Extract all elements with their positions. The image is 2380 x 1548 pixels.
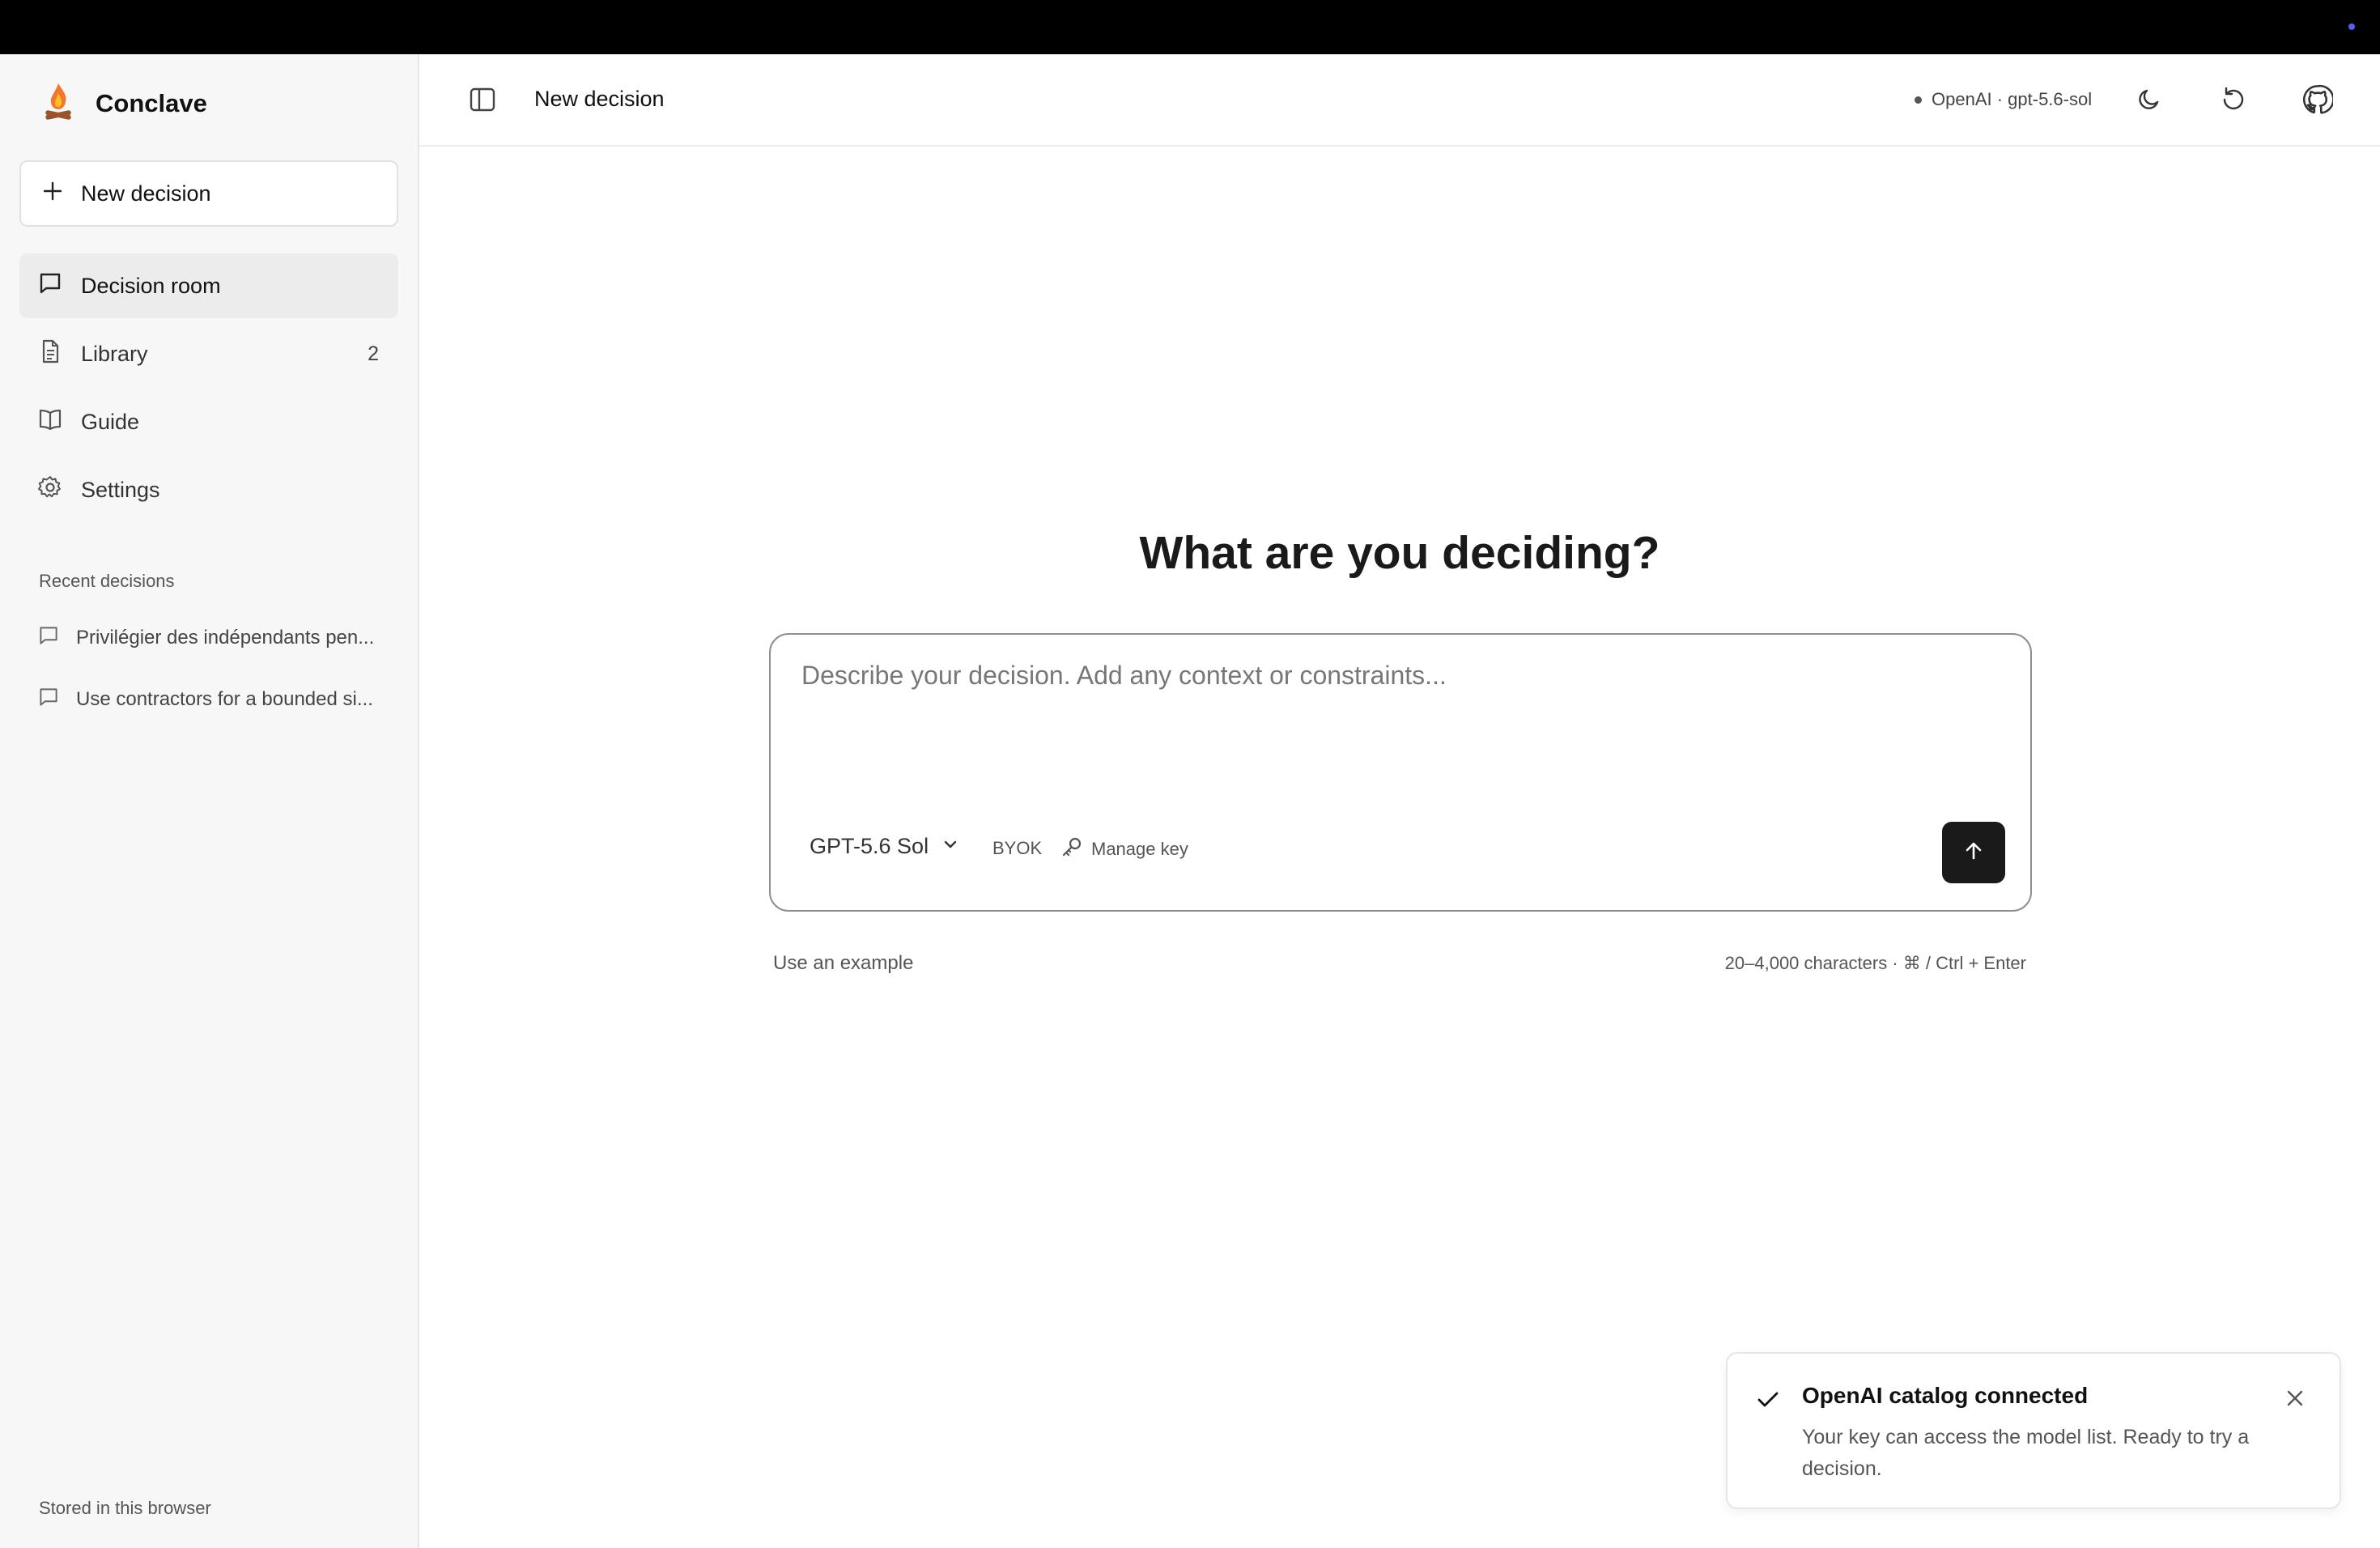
sidebar-item-library[interactable]: Library 2: [19, 321, 398, 386]
gear-icon: [37, 474, 63, 506]
sidebar: Conclave New decision Decision room Libr…: [0, 54, 419, 1548]
decision-input[interactable]: [800, 659, 2001, 784]
recent-decision-item[interactable]: Privilégier des indépendants pen...: [37, 614, 385, 662]
plus-icon: [42, 181, 63, 207]
recent-decision-item[interactable]: Use contractors for a bounded si...: [37, 675, 385, 724]
decision-composer: GPT-5.6 Sol BYOK Manage key: [769, 633, 2032, 912]
recent-decision-label: Use contractors for a bounded si...: [76, 688, 373, 710]
chat-bubble-icon: [37, 686, 60, 714]
status-dot: [1915, 96, 1922, 104]
campfire-icon: [40, 80, 76, 128]
character-limit-hint: 20–4,000 characters · ⌘ / Ctrl + Enter: [1724, 953, 2026, 973]
manage-key-label: Manage key: [1091, 839, 1188, 859]
system-top-bar: [0, 0, 2380, 54]
header: New decision OpenAI · gpt-5.6-sol: [419, 54, 2380, 147]
sidebar-item-settings[interactable]: Settings: [19, 457, 398, 522]
recent-decision-label: Privilégier des indépendants pen...: [76, 627, 375, 649]
model-status: OpenAI · gpt-5.6-sol: [1915, 89, 2092, 110]
page-headline: What are you deciding?: [1139, 527, 1660, 579]
use-example-link[interactable]: Use an example: [773, 952, 913, 975]
chevron-down-icon: [941, 834, 959, 859]
key-icon: [1060, 836, 1083, 863]
new-decision-label: New decision: [81, 181, 211, 206]
sidebar-toggle-icon[interactable]: [468, 85, 497, 118]
book-icon: [37, 406, 63, 438]
reset-icon[interactable]: [2216, 82, 2251, 117]
chat-bubble-icon: [37, 624, 60, 653]
recent-decisions-heading: Recent decisions: [39, 571, 175, 591]
sidebar-item-guide[interactable]: Guide: [19, 389, 398, 454]
sidebar-item-label: Library: [81, 341, 148, 366]
check-icon: [1755, 1386, 1781, 1416]
page-title: New decision: [534, 87, 665, 111]
sidebar-item-label: Decision room: [81, 273, 221, 298]
document-icon: [37, 338, 63, 370]
chat-bubble-icon: [37, 270, 63, 302]
manage-key-button[interactable]: Manage key: [1060, 836, 1188, 863]
library-count-badge: 2: [368, 342, 379, 365]
status-dot: [2348, 23, 2355, 30]
byok-badge: BYOK: [992, 838, 1043, 858]
app-name: Conclave: [96, 89, 207, 117]
model-select-label: GPT-5.6 Sol: [810, 834, 929, 858]
new-decision-button[interactable]: New decision: [19, 160, 398, 227]
sidebar-item-label: Guide: [81, 409, 140, 434]
moon-icon[interactable]: [2131, 82, 2167, 117]
sidebar-item-label: Settings: [81, 477, 160, 502]
sidebar-item-decision-room[interactable]: Decision room: [19, 253, 398, 318]
toast-notification: OpenAI catalog connected Your key can ac…: [1726, 1352, 2341, 1509]
toast-title: OpenAI catalog connected: [1802, 1383, 2089, 1408]
toast-message: Your key can access the model list. Read…: [1802, 1426, 2250, 1480]
storage-note: Stored in this browser: [39, 1498, 211, 1518]
github-icon[interactable]: [2300, 82, 2335, 117]
send-button[interactable]: [1942, 822, 2005, 883]
arrow-up-icon: [1962, 840, 1985, 866]
brand[interactable]: Conclave: [40, 77, 207, 130]
close-icon[interactable]: [2284, 1388, 2306, 1413]
model-status-label: OpenAI · gpt-5.6-sol: [1932, 89, 2093, 109]
model-select[interactable]: GPT-5.6 Sol: [810, 834, 959, 859]
